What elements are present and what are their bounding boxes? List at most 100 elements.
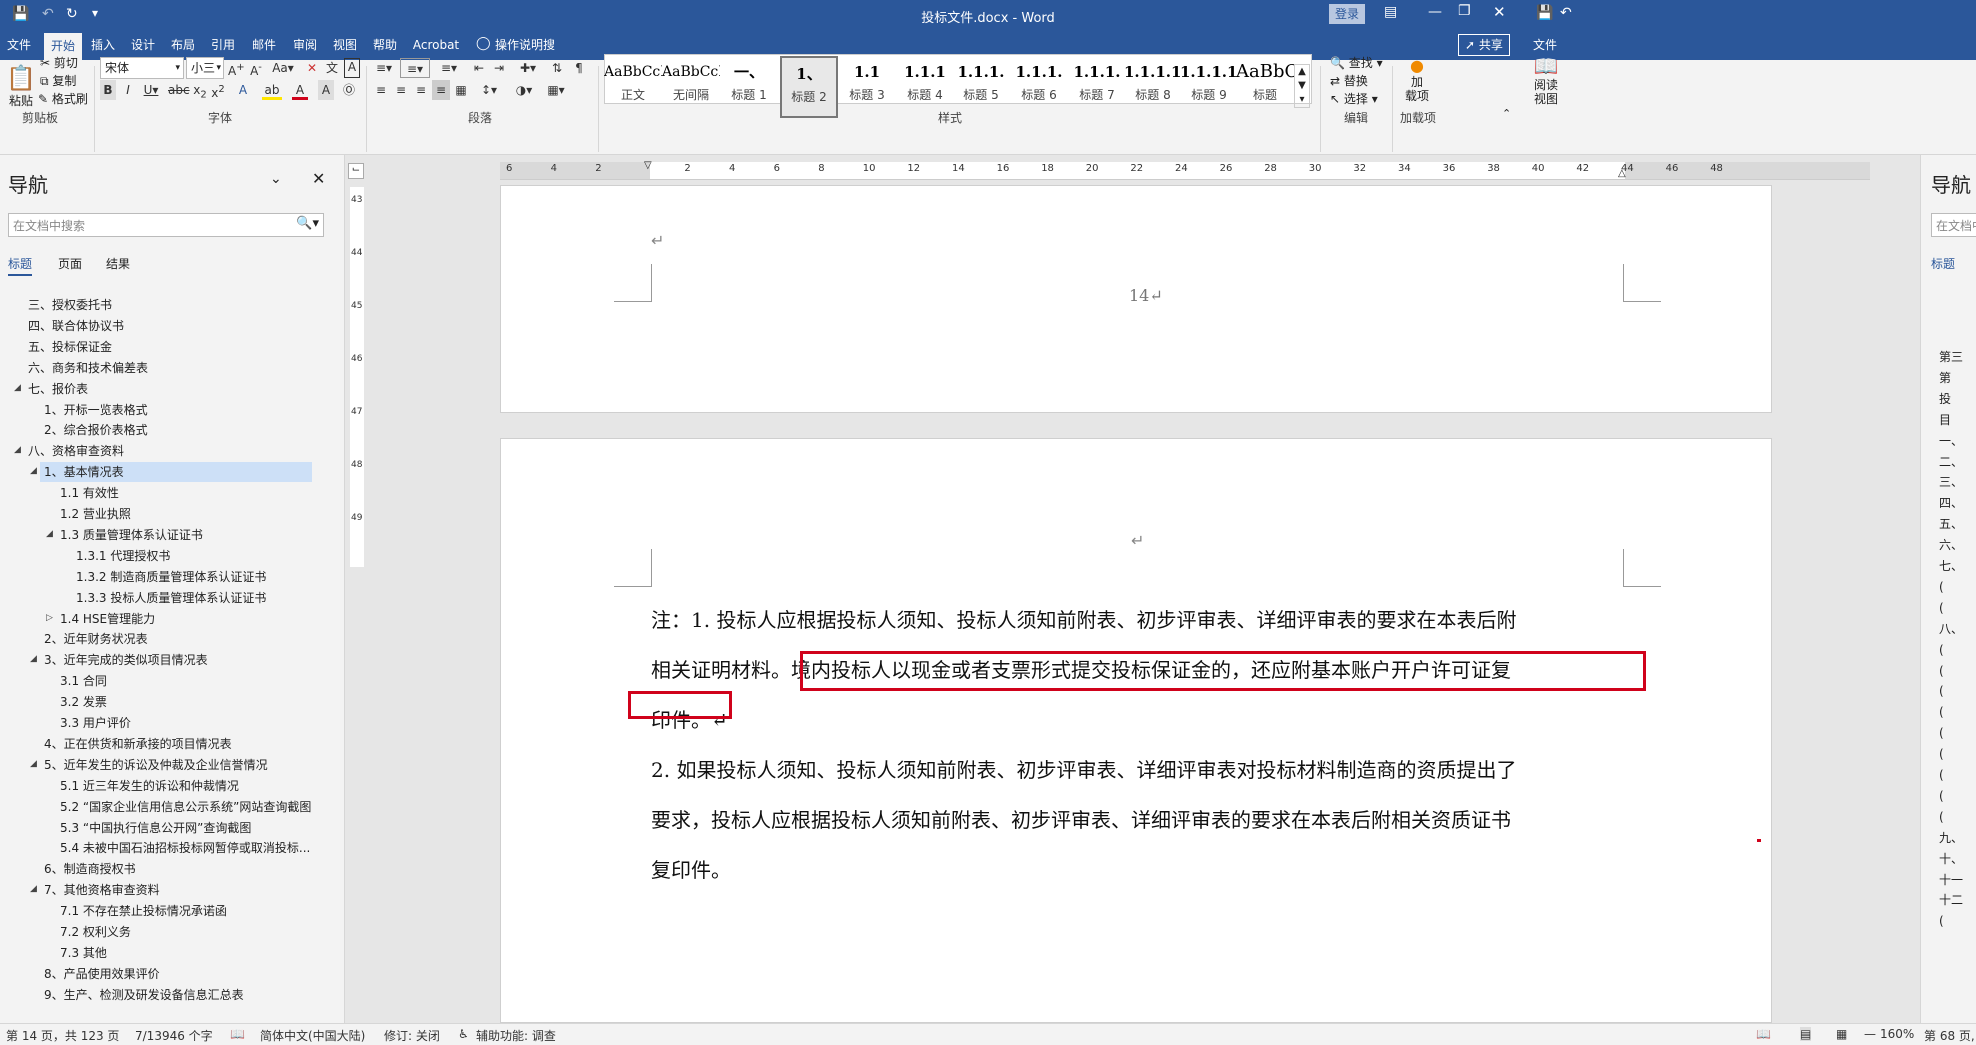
nav-heading-item[interactable]: 五、投标保证金 bbox=[28, 337, 112, 357]
collapse-triangle-icon[interactable]: ◢ bbox=[30, 759, 37, 769]
language-status[interactable]: 简体中文(中国大陆) bbox=[260, 1027, 365, 1044]
tab-file[interactable]: 文件 bbox=[4, 30, 34, 60]
zoom-out-icon[interactable]: — bbox=[1864, 1027, 1876, 1041]
sort-icon[interactable]: ⇅ bbox=[548, 58, 566, 78]
chinese-layout-icon[interactable]: ✚▾ bbox=[514, 58, 542, 78]
nav-heading-item[interactable]: 六、商务和技术偏差表 bbox=[28, 358, 148, 378]
second-nav-item[interactable]: ( bbox=[1939, 765, 1944, 785]
collapse-triangle-icon[interactable]: ◢ bbox=[46, 529, 53, 539]
nav-heading-item[interactable]: 1.3.2 制造商质量管理体系认证证书 bbox=[76, 567, 266, 587]
style-2[interactable]: AaBbCcDdI 无间隔 bbox=[662, 56, 720, 118]
align-right-icon[interactable]: ≡ bbox=[412, 80, 430, 100]
style-11[interactable]: 1.1.1.1. 标题 9 bbox=[1180, 56, 1238, 118]
nav-heading-item[interactable]: 1.3 质量管理体系认证证书 bbox=[60, 525, 203, 545]
search-icon[interactable]: 🔍▾ bbox=[296, 216, 319, 231]
expand-triangle-icon[interactable]: ▷ bbox=[46, 613, 53, 623]
cut-button[interactable]: ✂ 剪切 bbox=[40, 54, 78, 74]
nav-heading-item[interactable]: 1.2 营业执照 bbox=[60, 504, 131, 524]
font-color-icon[interactable]: A bbox=[292, 80, 308, 100]
superscript-icon[interactable]: x2 bbox=[210, 80, 226, 100]
style-1[interactable]: AaBbCcDdI 正文 bbox=[604, 56, 662, 118]
proofing-icon[interactable]: 📖 bbox=[230, 1027, 245, 1041]
second-nav-item[interactable]: 五、 bbox=[1939, 514, 1963, 534]
share-button[interactable]: ➚ 共享 bbox=[1458, 34, 1510, 56]
bullets-icon[interactable]: ≡▾ bbox=[372, 58, 396, 78]
nav-heading-item[interactable]: 1.4 HSE管理能力 bbox=[60, 609, 155, 629]
style-12[interactable]: AaBbC 标题 bbox=[1236, 56, 1294, 118]
nav-heading-item[interactable]: 1.3.1 代理授权书 bbox=[76, 546, 170, 566]
nav-heading-item[interactable]: 3.2 发票 bbox=[60, 692, 107, 712]
nav-heading-item[interactable]: 6、制造商授权书 bbox=[44, 859, 136, 879]
tab-insert[interactable]: 插入 bbox=[88, 30, 118, 60]
italic-icon[interactable]: I bbox=[120, 80, 136, 100]
nav-heading-item[interactable]: 4、正在供货和新承接的项目情况表 bbox=[44, 734, 232, 754]
phonetic-guide-icon[interactable]: 文 bbox=[323, 58, 341, 78]
read-mode-icon[interactable]: 📖 bbox=[1756, 1027, 1771, 1041]
doc-line-1[interactable]: 注：1. 投标人应根据投标人须知、投标人须知前附表、初步评审表、详细评审表的要求… bbox=[651, 604, 1516, 633]
strikethrough-icon[interactable]: abc bbox=[168, 80, 190, 100]
style-8[interactable]: 1.1.1. 标题 6 bbox=[1010, 56, 1068, 118]
second-nav-item[interactable]: ( bbox=[1939, 577, 1944, 597]
second-nav-item[interactable]: 十一 bbox=[1939, 870, 1963, 890]
underline-icon[interactable]: U▾ bbox=[140, 80, 162, 100]
style-4[interactable]: 1、 标题 2 bbox=[780, 56, 838, 118]
change-case-icon[interactable]: Aa▾ bbox=[270, 58, 296, 78]
second-window-save-icon[interactable]: 💾 bbox=[1536, 5, 1553, 21]
character-shading-icon[interactable]: A bbox=[318, 80, 334, 100]
multilevel-list-icon[interactable]: ≡▾ bbox=[436, 58, 462, 78]
second-nav-item[interactable]: ( bbox=[1939, 911, 1944, 931]
second-nav-item[interactable]: ( bbox=[1939, 681, 1944, 701]
tab-design[interactable]: 设计 bbox=[128, 30, 158, 60]
nav-search-box[interactable]: 在文档中搜索 🔍▾ bbox=[8, 213, 324, 237]
distributed-icon[interactable]: ▦ bbox=[452, 80, 470, 100]
second-nav-item[interactable]: ( bbox=[1939, 807, 1944, 827]
tab-layout[interactable]: 布局 bbox=[168, 30, 198, 60]
find-button[interactable]: 🔍 查找 ▾ bbox=[1330, 54, 1383, 71]
tab-references[interactable]: 引用 bbox=[208, 30, 238, 60]
collapse-triangle-icon[interactable]: ◢ bbox=[30, 884, 37, 894]
second-nav-item[interactable]: 四、 bbox=[1939, 493, 1963, 513]
right-indent-marker[interactable]: △ bbox=[1618, 168, 1626, 179]
nav-heading-item[interactable]: 5.2 “国家企业信用信息公示系统”网站查询截图 bbox=[60, 797, 311, 817]
doc-line-4[interactable]: 2. 如果投标人须知、投标人须知前附表、初步评审表、详细评审表对投标材料制造商的… bbox=[651, 754, 1516, 783]
show-marks-icon[interactable]: ¶ bbox=[570, 58, 588, 78]
accessibility-status[interactable]: 辅助功能: 调查 bbox=[476, 1027, 556, 1044]
decrease-indent-icon[interactable]: ⇤ bbox=[470, 58, 488, 78]
character-border-icon[interactable]: A bbox=[344, 58, 360, 78]
font-size-dropdown[interactable]: 小三 ▾ bbox=[186, 57, 224, 79]
nav-heading-item[interactable]: 2、综合报价表格式 bbox=[44, 420, 148, 440]
collapse-triangle-icon[interactable]: ◢ bbox=[30, 654, 37, 664]
collapse-triangle-icon[interactable]: ◢ bbox=[14, 445, 21, 455]
second-nav-item[interactable]: 十二 bbox=[1939, 890, 1963, 910]
style-10[interactable]: 1.1.1.1. 标题 8 bbox=[1124, 56, 1182, 118]
second-nav-search-box[interactable]: 在文档中 bbox=[1931, 213, 1976, 237]
replace-button[interactable]: ⇄ 替换 bbox=[1330, 72, 1368, 89]
web-layout-icon[interactable]: ▦ bbox=[1836, 1027, 1847, 1041]
collapse-triangle-icon[interactable]: ◢ bbox=[14, 383, 21, 393]
nav-heading-item[interactable]: 7、其他资格审查资料 bbox=[44, 880, 160, 900]
word-count-status[interactable]: 7/13946 个字 bbox=[135, 1027, 213, 1044]
second-nav-item[interactable]: ( bbox=[1939, 661, 1944, 681]
line-spacing-icon[interactable]: ↕▾ bbox=[476, 80, 502, 100]
second-nav-item[interactable]: 第 bbox=[1939, 368, 1951, 388]
align-left-icon[interactable]: ≡ bbox=[372, 80, 390, 100]
second-window-undo-icon[interactable]: ↶ bbox=[1560, 5, 1572, 21]
addins-button[interactable]: ● 加 载项 bbox=[1400, 56, 1434, 103]
nav-heading-item[interactable]: 三、授权委托书 bbox=[28, 295, 112, 315]
nav-heading-item[interactable]: 7.1 不存在禁止投标情况承诺函 bbox=[60, 901, 227, 921]
nav-heading-item[interactable]: 1、开标一览表格式 bbox=[44, 400, 148, 420]
increase-indent-icon[interactable]: ⇥ bbox=[490, 58, 508, 78]
style-3[interactable]: 一、 标题 1 bbox=[720, 56, 778, 118]
close-icon[interactable]: ✕ bbox=[312, 169, 325, 188]
doc-line-5[interactable]: 要求，投标人应根据投标人须知前附表、初步评审表、详细评审表的要求在本表后附相关资… bbox=[651, 804, 1511, 833]
justify-icon[interactable]: ≡ bbox=[432, 80, 450, 100]
nav-heading-item[interactable]: 1.3.3 投标人质量管理体系认证证书 bbox=[76, 588, 266, 608]
tab-acrobat[interactable]: Acrobat bbox=[412, 30, 460, 60]
print-layout-icon[interactable]: ▤ bbox=[1800, 1027, 1812, 1041]
minimize-icon[interactable]: — bbox=[1428, 4, 1442, 20]
nav-heading-item[interactable]: 七、报价表 bbox=[28, 379, 88, 399]
second-nav-item[interactable]: 九、 bbox=[1939, 828, 1963, 848]
nav-tab-headings[interactable]: 标题 bbox=[8, 255, 33, 276]
nav-heading-item[interactable]: 5.3 “中国执行信息公开网”查询截图 bbox=[60, 818, 251, 838]
nav-heading-item[interactable]: 7.2 权利义务 bbox=[60, 922, 131, 942]
